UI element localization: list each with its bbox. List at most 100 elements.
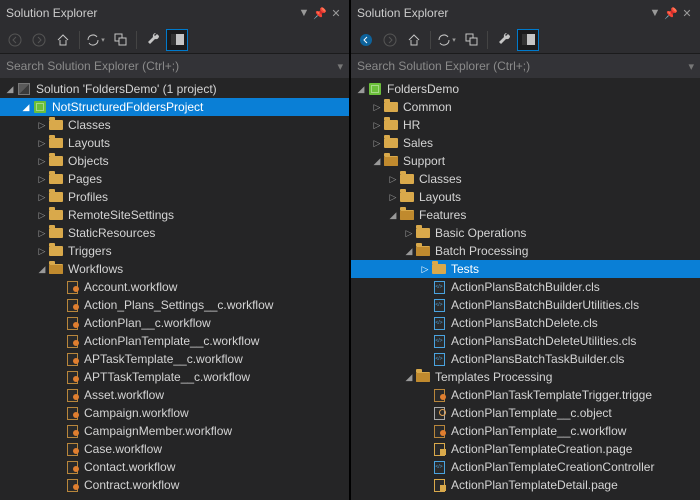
tree-item[interactable]: ◢Templates Processing xyxy=(351,368,700,386)
expand-caret-icon[interactable]: ▷ xyxy=(387,174,399,185)
tree-item[interactable]: ActionPlanTemplateCreation.page xyxy=(351,440,700,458)
tree-item[interactable]: ▷Layouts xyxy=(351,188,700,206)
expand-caret-icon[interactable]: ▷ xyxy=(403,228,415,239)
collapse-caret-icon[interactable]: ◢ xyxy=(387,210,399,221)
tree-item[interactable]: APTaskTemplate__c.workflow xyxy=(0,350,349,368)
tree-item-label: CampaignMember.workflow xyxy=(84,424,232,438)
tree-item[interactable]: ▷ Profiles xyxy=(0,188,349,206)
tree-item[interactable]: Action_Plans_Settings__c.workflow xyxy=(0,296,349,314)
collapse-caret-icon[interactable]: ◢ xyxy=(36,264,48,275)
tree-item-label: Basic Operations xyxy=(435,226,526,240)
dropdown-icon[interactable]: ▼ xyxy=(648,6,662,20)
search-box[interactable]: Search Solution Explorer (Ctrl+;) ▾ xyxy=(351,54,700,78)
show-all-button[interactable] xyxy=(166,29,188,51)
tree-item[interactable]: ActionPlansBatchBuilder.cls xyxy=(351,278,700,296)
tree-item[interactable]: Account.workflow xyxy=(0,278,349,296)
tree-item[interactable]: ActionPlanTemplateDetail.page xyxy=(351,476,700,494)
expand-caret-icon[interactable]: ▷ xyxy=(371,120,383,131)
pin-icon[interactable]: 📌 xyxy=(313,6,327,20)
collapse-caret-icon[interactable]: ◢ xyxy=(403,372,415,383)
tree-item[interactable]: ActionPlansBatchDelete.cls xyxy=(351,314,700,332)
back-button[interactable] xyxy=(4,29,26,51)
tree-item[interactable]: ActionPlanTemplate__c.workflow xyxy=(351,422,700,440)
tree-item[interactable]: Campaign.workflow xyxy=(0,404,349,422)
expand-caret-icon[interactable]: ▷ xyxy=(36,138,48,149)
collapse-button[interactable] xyxy=(460,29,482,51)
sync-button[interactable] xyxy=(85,29,107,51)
expand-caret-icon[interactable]: ▷ xyxy=(387,192,399,203)
expand-caret-icon[interactable]: ▷ xyxy=(36,246,48,257)
forward-button[interactable] xyxy=(28,29,50,51)
search-box[interactable]: Search Solution Explorer (Ctrl+;) ▾ xyxy=(0,54,349,78)
tree-item[interactable]: Asset.workflow xyxy=(0,386,349,404)
tree-item[interactable]: ◢ Batch Processing xyxy=(351,242,700,260)
expand-caret-icon[interactable]: ▷ xyxy=(36,210,48,221)
expand-caret-icon[interactable]: ▷ xyxy=(371,102,383,113)
tree-item[interactable]: CampaignMember.workflow xyxy=(0,422,349,440)
collapse-caret-icon[interactable]: ◢ xyxy=(4,84,16,95)
tree-item[interactable]: ActionPlanTemplateCreationController xyxy=(351,458,700,476)
collapse-caret-icon[interactable]: ◢ xyxy=(371,156,383,167)
collapse-caret-icon[interactable]: ◢ xyxy=(20,102,32,113)
tree-item[interactable]: Case.workflow xyxy=(0,440,349,458)
tree-item[interactable]: ◢FoldersDemo xyxy=(351,80,700,98)
pin-icon[interactable]: 📌 xyxy=(664,6,678,20)
tree-item[interactable]: ActionPlan__c.workflow xyxy=(0,314,349,332)
collapse-caret-icon[interactable]: ◢ xyxy=(355,84,367,95)
tree-item[interactable]: ActionPlanTaskTemplateTrigger.trigge xyxy=(351,386,700,404)
tree-item-label: Batch Processing xyxy=(435,244,528,258)
home-button[interactable] xyxy=(52,29,74,51)
expand-caret-icon[interactable]: ▷ xyxy=(419,264,431,275)
expand-caret-icon[interactable]: ▷ xyxy=(36,156,48,167)
back-button[interactable] xyxy=(355,29,377,51)
dropdown-icon[interactable]: ▼ xyxy=(297,6,311,20)
expand-caret-icon[interactable]: ▷ xyxy=(36,228,48,239)
tree-item-label: Action_Plans_Settings__c.workflow xyxy=(84,298,273,312)
tree-item[interactable]: Contract.workflow xyxy=(0,476,349,494)
search-clear-icon[interactable]: ▾ xyxy=(688,60,694,73)
expand-caret-icon[interactable]: ▷ xyxy=(371,138,383,149)
tree-item[interactable]: ◢Features xyxy=(351,206,700,224)
tree-item[interactable]: ActionPlansBatchTaskBuilder.cls xyxy=(351,350,700,368)
properties-button[interactable] xyxy=(142,29,164,51)
tree-item[interactable]: ◢Solution 'FoldersDemo' (1 project) xyxy=(0,80,349,98)
tree-view[interactable]: ◢FoldersDemo▷Common▷HR▷Sales◢Support▷Cla… xyxy=(351,78,700,500)
tree-item[interactable]: ◢NotStructuredFoldersProject xyxy=(0,98,349,116)
tree-item[interactable]: ActionPlanTemplate__c.object xyxy=(351,404,700,422)
collapse-button[interactable] xyxy=(109,29,131,51)
sync-button[interactable] xyxy=(436,29,458,51)
tree-item[interactable]: ActionPlansBatchDeleteUtilities.cls xyxy=(351,332,700,350)
search-clear-icon[interactable]: ▾ xyxy=(337,60,343,73)
forward-button[interactable] xyxy=(379,29,401,51)
tree-item[interactable]: ▷Pages xyxy=(0,170,349,188)
tree-item-label: Profiles xyxy=(68,190,108,204)
tree-item[interactable]: ▷RemoteSiteSettings xyxy=(0,206,349,224)
tree-item[interactable]: ▷Classes xyxy=(0,116,349,134)
close-icon[interactable]: ✕ xyxy=(329,6,343,20)
tree-item[interactable]: ▷Classes xyxy=(351,170,700,188)
tree-item[interactable]: ▷Layouts xyxy=(0,134,349,152)
properties-button[interactable] xyxy=(493,29,515,51)
tree-item[interactable]: Contact.workflow xyxy=(0,458,349,476)
tree-item[interactable]: ▷Sales xyxy=(351,134,700,152)
home-button[interactable] xyxy=(403,29,425,51)
close-icon[interactable]: ✕ xyxy=(680,6,694,20)
show-all-button[interactable] xyxy=(517,29,539,51)
tree-item[interactable]: ActionPlanTemplate__c.workflow xyxy=(0,332,349,350)
tree-item[interactable]: ◢Workflows xyxy=(0,260,349,278)
tree-view[interactable]: ◢Solution 'FoldersDemo' (1 project)◢NotS… xyxy=(0,78,349,500)
tree-item[interactable]: ActionPlansBatchBuilderUtilities.cls xyxy=(351,296,700,314)
tree-item[interactable]: APTTaskTemplate__c.workflow xyxy=(0,368,349,386)
tree-item[interactable]: ▷StaticResources xyxy=(0,224,349,242)
tree-item[interactable]: ▷ Basic Operations xyxy=(351,224,700,242)
expand-caret-icon[interactable]: ▷ xyxy=(36,120,48,131)
expand-caret-icon[interactable]: ▷ xyxy=(36,174,48,185)
tree-item[interactable]: ▷Objects xyxy=(0,152,349,170)
tree-item[interactable]: ◢Support xyxy=(351,152,700,170)
tree-item[interactable]: ▷Tests xyxy=(351,260,700,278)
collapse-caret-icon[interactable]: ◢ xyxy=(403,246,415,257)
tree-item[interactable]: ▷HR xyxy=(351,116,700,134)
tree-item[interactable]: ▷Common xyxy=(351,98,700,116)
expand-caret-icon[interactable]: ▷ xyxy=(36,192,48,203)
tree-item[interactable]: ▷Triggers xyxy=(0,242,349,260)
